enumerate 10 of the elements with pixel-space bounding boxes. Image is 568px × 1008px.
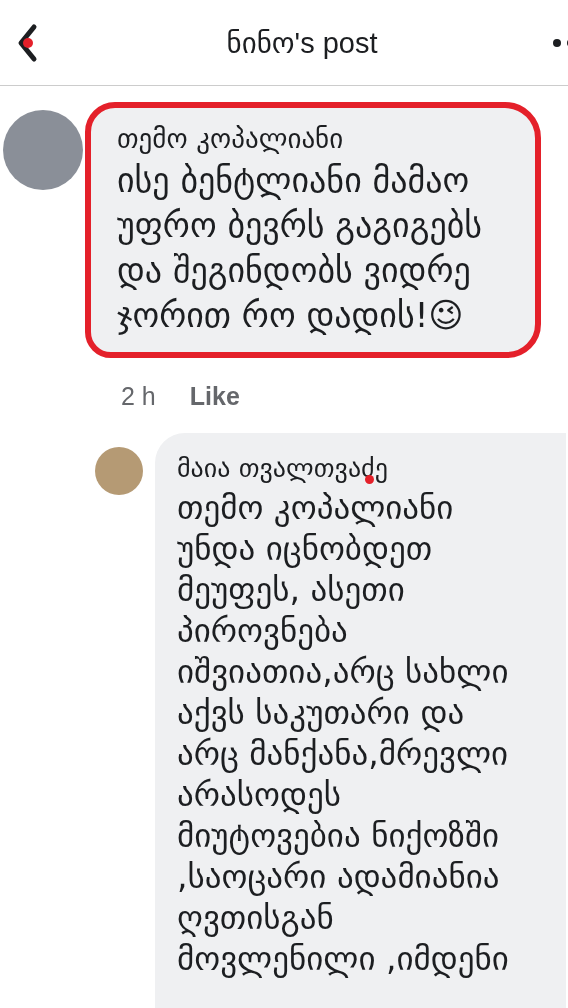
like-link[interactable]: Like (189, 382, 240, 411)
author-name[interactable]: თემო კოპალიანი (117, 122, 525, 156)
post-title: ნინო's post (226, 25, 378, 60)
marker-dot (365, 475, 374, 484)
comment-time: 2 h (121, 382, 156, 411)
comment-text: ისე ბენტლიანი მამაო უფრო ბევრს გაგიგებს და შეგინდობს ვიდრე ჯორით რო დადის!😉 (117, 159, 483, 337)
avatar[interactable] (95, 447, 143, 495)
comment-text: თემო კოპალიანი უნდა იცნობდეთ მეუფეს, ასეთი პიროვნება იშვიათია,არც სახლი აქვს საკუთარი და არც მანქანა,მრევლი არასოდეს მიუტოვებია ნიქოზში ,საოცარი ადამიანია ღვთისგან მოვლენილი ,იმდენი (177, 487, 509, 979)
more-icon[interactable] (552, 37, 568, 48)
author-name[interactable]: მაია თვალთვაძე (177, 451, 388, 485)
